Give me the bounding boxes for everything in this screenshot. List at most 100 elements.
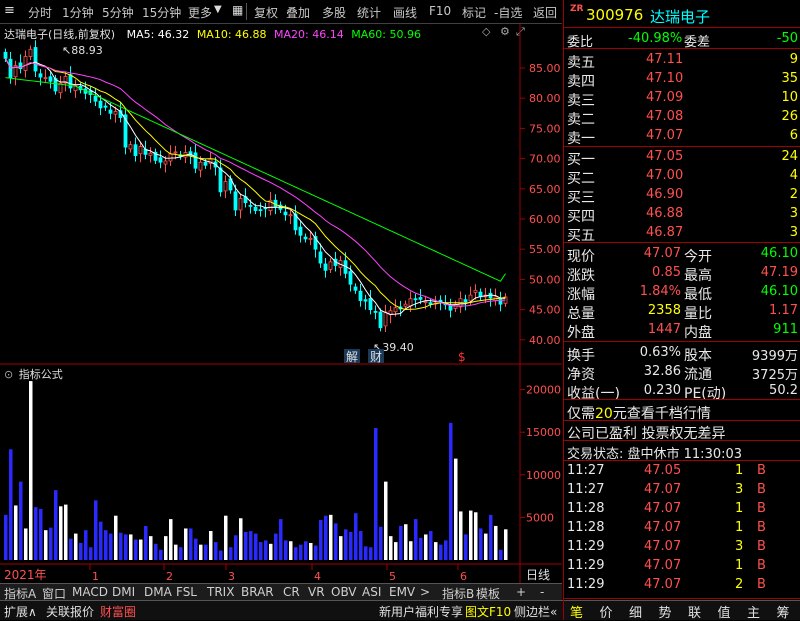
order-diff-value: -50 <box>776 31 798 46</box>
sidebar-button[interactable]: 侧边栏« <box>514 603 557 620</box>
tab-intraday[interactable]: 分时 <box>28 4 52 21</box>
volume-bar <box>164 536 168 560</box>
multi-stock-button[interactable]: 多股 <box>322 4 346 21</box>
tab-more[interactable]: 更多 <box>188 4 212 21</box>
indicator-tab[interactable]: FSL <box>176 585 197 599</box>
indicator-tab[interactable]: + <box>516 585 526 599</box>
chevron-down-icon[interactable]: ▼ <box>214 4 222 15</box>
volume-bar <box>479 528 483 560</box>
indicator-tab[interactable]: OBV <box>331 585 357 599</box>
period-label[interactable]: 日线 <box>526 566 550 583</box>
back-button[interactable]: 返回 <box>533 4 557 21</box>
indicator-tab[interactable]: CR <box>283 585 300 599</box>
quote-stat-row: 现价 47.07 今开 46.10 <box>564 244 800 265</box>
tick-price: 47.07 <box>644 501 682 516</box>
f10-graphic-button[interactable]: 图文F10 <box>465 603 511 620</box>
indicator-tab[interactable]: ASI <box>362 585 381 599</box>
candle-body <box>298 226 303 236</box>
panel-tab[interactable]: 笔 <box>570 602 583 621</box>
wealth-circle-button[interactable]: 财富圈 <box>100 603 136 620</box>
dividend-marker[interactable]: $ <box>458 350 466 364</box>
indicator-tab[interactable]: MACD <box>72 585 108 599</box>
indicator-tab[interactable]: > <box>420 585 430 599</box>
stat-value: 0.85 <box>652 265 681 280</box>
stat-value: 1.17 <box>769 303 798 318</box>
new-user-promo-link[interactable]: 新用户福利专享 <box>379 603 463 620</box>
tick-row: 11:29 47.07 1 B <box>564 556 800 576</box>
month-label: 4 <box>314 570 321 583</box>
tick-price: 47.05 <box>644 463 682 478</box>
bid-price: 46.90 <box>646 187 684 202</box>
volume-bar <box>254 533 258 560</box>
indicator-tab[interactable]: EMV <box>389 585 415 599</box>
indicator-title[interactable]: 指标公式 <box>19 368 63 381</box>
indicator-tab[interactable]: DMI <box>112 585 135 599</box>
volume-bar <box>319 519 323 560</box>
candle-body <box>373 311 378 313</box>
panel-tab[interactable]: 筹 <box>777 602 790 621</box>
panel-tab[interactable]: 价 <box>600 602 613 621</box>
indicator-tab[interactable]: BRAR <box>241 585 274 599</box>
ask-price: 47.08 <box>646 109 684 124</box>
panel-tab[interactable]: 值 <box>718 602 731 621</box>
indicator-tab[interactable]: TRIX <box>207 585 234 599</box>
related-quotes-button[interactable]: 关联报价 <box>46 603 94 620</box>
volume-bar <box>229 547 233 560</box>
tick-price: 47.07 <box>644 482 682 497</box>
tick-side: B <box>757 577 766 592</box>
volume-bar <box>374 427 378 560</box>
volume-bar <box>434 542 438 560</box>
menu-icon[interactable]: ≡ <box>4 3 15 18</box>
candle-body <box>418 297 423 300</box>
volume-bar <box>214 542 218 560</box>
mark-button[interactable]: 标记 <box>462 4 486 21</box>
chart-toolbar: ≡ 分时 1分钟 5分钟 15分钟 更多 ▼ ▦ 复权 叠加 多股 统计 画线 … <box>0 0 562 24</box>
panel-tab[interactable]: 主 <box>747 602 760 621</box>
indicator-tab[interactable]: DMA <box>144 585 172 599</box>
volume-bar <box>389 536 393 560</box>
candle-body <box>48 76 53 82</box>
f10-button[interactable]: F10 <box>429 4 451 18</box>
volume-bar <box>464 534 468 560</box>
tab-5min[interactable]: 5分钟 <box>102 4 134 21</box>
adjust-button[interactable]: 复权 <box>254 4 278 21</box>
expand-button[interactable]: 扩展∧ <box>4 603 37 620</box>
volume-axis-label: 10000 <box>526 469 561 482</box>
volume-bar <box>409 541 413 560</box>
candle-body <box>383 311 388 327</box>
fund-value: 0.230 <box>643 383 681 398</box>
notice-row: 公司已盈利 投票权无差异 <box>567 426 726 442</box>
volume-bar <box>459 511 463 560</box>
tick-time: 11:29 <box>567 539 605 554</box>
stat-value: 1447 <box>647 322 681 337</box>
panel-tab[interactable]: 细 <box>629 602 642 621</box>
quote-stat-row: 外盘 1447 内盘 911 <box>564 320 800 341</box>
panel-tab[interactable]: 联 <box>688 602 701 621</box>
fund-label: PE(动) <box>684 386 727 402</box>
indicator-tab[interactable]: VR <box>308 585 325 599</box>
stat-value: 911 <box>773 322 798 337</box>
kline-chart[interactable]: 85.00 80.00 75.00 70.00 65.00 60.00 55.00 50.00… <box>0 24 562 584</box>
tab-1min[interactable]: 1分钟 <box>62 4 94 21</box>
candle-body <box>133 144 138 156</box>
volume-bar <box>384 481 388 560</box>
overlay-button[interactable]: 叠加 <box>286 4 310 21</box>
indicator-tab[interactable]: - <box>540 585 544 599</box>
promo-row[interactable]: 仅需20元查看千档行情 <box>564 401 800 422</box>
volume-bar <box>244 531 248 560</box>
candle-body <box>43 77 48 80</box>
candle-body <box>363 299 368 302</box>
tick-volume: 1 <box>735 558 744 573</box>
chart-type-icon[interactable]: ▦ <box>232 3 243 17</box>
tab-15min[interactable]: 15分钟 <box>142 4 181 21</box>
chevron-down-icon[interactable]: ⊙ <box>4 368 13 381</box>
volume-bar <box>134 539 138 560</box>
remove-watchlist-button[interactable]: -自选 <box>494 4 522 21</box>
fund-value: 32.86 <box>643 364 681 379</box>
volume-bar <box>169 519 173 560</box>
stats-button[interactable]: 统计 <box>357 4 381 21</box>
candle-body <box>468 294 473 302</box>
candle-body <box>218 167 223 193</box>
panel-tab[interactable]: 势 <box>659 602 672 621</box>
draw-line-button[interactable]: 画线 <box>393 4 417 21</box>
